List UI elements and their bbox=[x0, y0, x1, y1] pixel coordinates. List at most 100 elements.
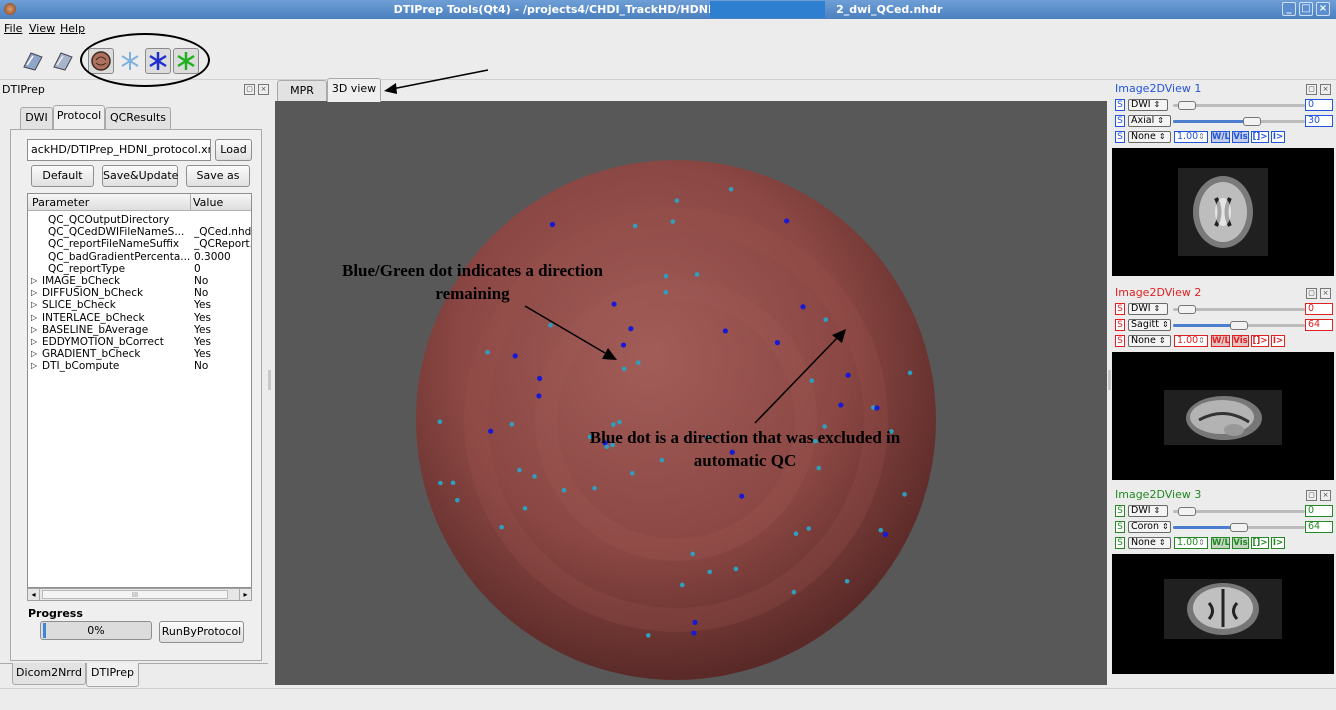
save-dwi-button[interactable] bbox=[50, 48, 76, 74]
row-value[interactable]: _QCReport. bbox=[194, 238, 251, 250]
tab-dtiprep[interactable]: DTIPrep bbox=[86, 663, 139, 687]
row-value[interactable]: No bbox=[194, 360, 251, 372]
orientation-combo[interactable]: Axial ⇕ bbox=[1128, 115, 1171, 127]
row-value[interactable]: Yes bbox=[194, 348, 251, 360]
expand-icon[interactable]: ▷ bbox=[31, 336, 37, 348]
tree-row[interactable]: ▷ INTERLACE_bCheck Yes bbox=[28, 312, 251, 324]
play-button[interactable]: I> bbox=[1271, 335, 1285, 347]
column-parameter[interactable]: Parameter bbox=[32, 196, 89, 209]
image-number[interactable]: 0 bbox=[1305, 99, 1333, 111]
wl-button[interactable]: W/L bbox=[1211, 537, 1230, 549]
slice-number[interactable]: 64 bbox=[1305, 319, 1333, 331]
window-level-spinbox[interactable]: 1.00⇕ bbox=[1174, 537, 1208, 549]
tree-row[interactable]: QC_reportFileNameSuffix _QCReport. bbox=[28, 238, 251, 250]
tree-row[interactable]: QC_QCOutputDirectory bbox=[28, 214, 251, 226]
expand-icon[interactable]: ▷ bbox=[31, 348, 37, 360]
column-value[interactable]: Value bbox=[193, 196, 223, 209]
tree-row[interactable]: ▷ SLICE_bCheck Yes bbox=[28, 299, 251, 311]
row-value[interactable]: Yes bbox=[194, 299, 251, 311]
wl-button[interactable]: W/L bbox=[1211, 131, 1230, 143]
tree-horizontal-scrollbar[interactable]: ◂ III ▸ bbox=[27, 588, 252, 601]
maximize-button[interactable]: □ bbox=[1299, 2, 1313, 16]
tree-row[interactable]: ▷ IMAGE_bCheck No bbox=[28, 275, 251, 287]
save-update-button[interactable]: Save&Update bbox=[102, 165, 178, 187]
tree-row[interactable]: ▷ DIFFUSION_bCheck No bbox=[28, 287, 251, 299]
slice-viewer[interactable] bbox=[1112, 148, 1334, 276]
default-button[interactable]: Default bbox=[31, 165, 94, 187]
protocol-path-input[interactable]: ackHD/DTIPrep_HDNI_protocol.xml bbox=[27, 139, 211, 161]
image-combo[interactable]: DWI ⇕ bbox=[1128, 505, 1168, 517]
image-slider[interactable] bbox=[1173, 101, 1305, 110]
close-button[interactable]: × bbox=[1316, 2, 1330, 16]
3d-view-canvas[interactable]: Blue/Green dot indicates a direction rem… bbox=[275, 101, 1107, 685]
row-value[interactable]: 0.3000 bbox=[194, 251, 251, 263]
save-as-button[interactable]: Save as bbox=[186, 165, 250, 187]
range-button[interactable]: []> bbox=[1251, 335, 1269, 347]
dock-float-icon[interactable]: ▢ bbox=[1306, 490, 1317, 501]
orientation-combo[interactable]: Sagitt ⇕ bbox=[1128, 319, 1171, 331]
dock-close-icon[interactable]: × bbox=[258, 84, 269, 95]
lut-combo[interactable]: None ⇕ bbox=[1128, 537, 1171, 549]
tree-row[interactable]: ▷ DTI_bCompute No bbox=[28, 360, 251, 372]
lut-combo[interactable]: None ⇕ bbox=[1128, 335, 1171, 347]
expand-icon[interactable]: ▷ bbox=[31, 360, 37, 372]
run-by-protocol-button[interactable]: RunByProtocol bbox=[159, 621, 244, 643]
range-button[interactable]: []> bbox=[1251, 131, 1269, 143]
dock-close-icon[interactable]: × bbox=[1320, 84, 1331, 95]
menu-help[interactable]: Help bbox=[60, 22, 85, 35]
orientation-combo[interactable]: Coron ⇕ bbox=[1128, 521, 1171, 533]
sync-toggle[interactable]: S bbox=[1115, 521, 1125, 533]
sync-toggle[interactable]: S bbox=[1115, 99, 1125, 111]
expand-icon[interactable]: ▷ bbox=[31, 312, 37, 324]
left-splitter[interactable] bbox=[268, 370, 271, 390]
play-button[interactable]: I> bbox=[1271, 537, 1285, 549]
sync-toggle[interactable]: S bbox=[1115, 335, 1125, 347]
window-level-spinbox[interactable]: 1.00⇕ bbox=[1174, 335, 1208, 347]
scroll-left-icon[interactable]: ◂ bbox=[28, 589, 40, 600]
dock-close-icon[interactable]: × bbox=[1320, 288, 1331, 299]
sync-toggle[interactable]: S bbox=[1115, 537, 1125, 549]
wl-button[interactable]: W/L bbox=[1211, 335, 1230, 347]
dock-float-icon[interactable]: ▢ bbox=[244, 84, 255, 95]
range-button[interactable]: []> bbox=[1251, 537, 1269, 549]
dock-float-icon[interactable]: ▢ bbox=[1306, 84, 1317, 95]
image-slider[interactable] bbox=[1173, 507, 1305, 516]
image-combo[interactable]: DWI ⇕ bbox=[1128, 303, 1168, 315]
slice-slider[interactable] bbox=[1173, 117, 1305, 126]
slice-number[interactable]: 64 bbox=[1305, 521, 1333, 533]
slice-slider[interactable] bbox=[1173, 321, 1305, 330]
open-dwi-button[interactable] bbox=[20, 48, 46, 74]
tree-row[interactable]: ▷ BASELINE_bAverage Yes bbox=[28, 324, 251, 336]
image-combo[interactable]: DWI ⇕ bbox=[1128, 99, 1168, 111]
menu-view[interactable]: View bbox=[29, 22, 55, 35]
load-button[interactable]: Load bbox=[215, 139, 252, 161]
slice-viewer[interactable] bbox=[1112, 554, 1334, 674]
dock-close-icon[interactable]: × bbox=[1320, 490, 1331, 501]
expand-icon[interactable]: ▷ bbox=[31, 275, 37, 287]
row-value[interactable]: Yes bbox=[194, 312, 251, 324]
minimize-button[interactable]: _ bbox=[1282, 2, 1296, 16]
menu-file[interactable]: File bbox=[4, 22, 22, 35]
slice-slider[interactable] bbox=[1173, 523, 1305, 532]
tree-row[interactable]: QC_reportType 0 bbox=[28, 263, 251, 275]
tree-row[interactable]: ▷ EDDYMOTION_bCorrect Yes bbox=[28, 336, 251, 348]
sync-toggle[interactable]: S bbox=[1115, 319, 1125, 331]
row-value[interactable]: Yes bbox=[194, 336, 251, 348]
expand-icon[interactable]: ▷ bbox=[31, 324, 37, 336]
vis-button[interactable]: Vis bbox=[1232, 537, 1249, 549]
image-number[interactable]: 0 bbox=[1305, 303, 1333, 315]
scroll-right-icon[interactable]: ▸ bbox=[239, 589, 251, 600]
scroll-thumb[interactable]: III bbox=[42, 590, 228, 599]
dock-float-icon[interactable]: ▢ bbox=[1306, 288, 1317, 299]
lut-combo[interactable]: None ⇕ bbox=[1128, 131, 1171, 143]
slice-viewer[interactable] bbox=[1112, 352, 1334, 480]
row-value[interactable]: No bbox=[194, 287, 251, 299]
tree-row[interactable]: QC_QCedDWIFileNameS... _QCed.nhd bbox=[28, 226, 251, 238]
tab-3d-view[interactable]: 3D view bbox=[327, 78, 381, 102]
tab-dicom2nrrd[interactable]: Dicom2Nrrd bbox=[12, 663, 86, 685]
expand-icon[interactable]: ▷ bbox=[31, 287, 37, 299]
expand-icon[interactable]: ▷ bbox=[31, 299, 37, 311]
row-value[interactable]: 0 bbox=[194, 263, 251, 275]
right-splitter[interactable] bbox=[1108, 370, 1111, 390]
vis-button[interactable]: Vis bbox=[1232, 335, 1249, 347]
